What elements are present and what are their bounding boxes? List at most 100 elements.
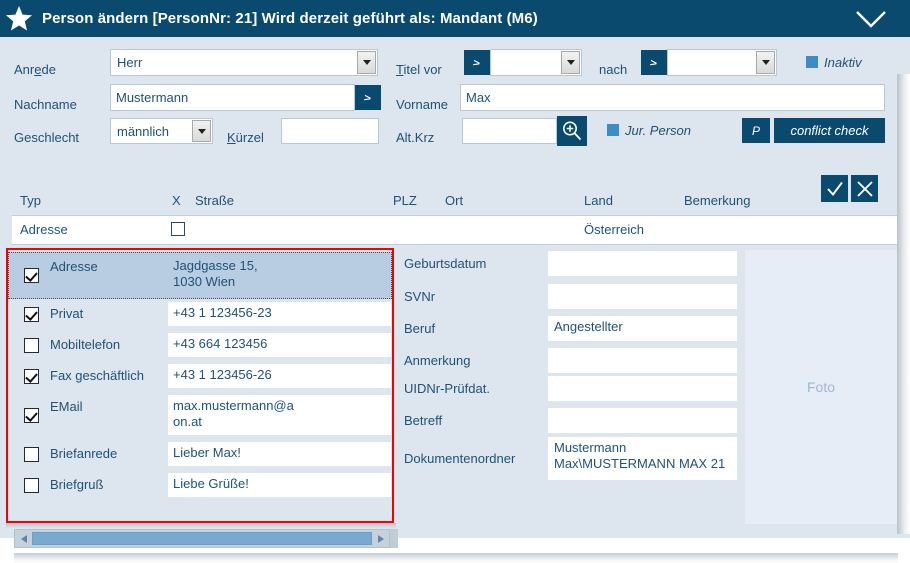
- header-typ: Typ: [20, 193, 41, 208]
- photo-placeholder[interactable]: Foto: [745, 250, 897, 524]
- titel-nach-picker-label: >: [649, 56, 659, 69]
- cancel-row-button[interactable]: [851, 175, 878, 202]
- contact-item-value-line: 1030 Wien: [173, 274, 236, 289]
- detail-field-value-line: Max\MUSTERMANN MAX 21: [554, 456, 726, 471]
- contact-list-item[interactable]: Fax geschäftlich +43 1 123456-26: [8, 361, 392, 392]
- contact-item-value[interactable]: Jagdgasse 15, 1030 Wien: [167, 254, 392, 296]
- contact-item-value-line: Liebe Grüße!: [173, 476, 249, 491]
- nachname-input[interactable]: Mustermann: [110, 84, 355, 111]
- contact-item-checkbox[interactable]: [24, 408, 39, 423]
- detail-field-label: Dokumentenordner: [404, 451, 516, 466]
- contact-item-value-line: Lieber Max!: [173, 445, 241, 460]
- contact-item-checkbox[interactable]: [24, 447, 39, 462]
- contact-item-type: Briefanrede: [50, 446, 118, 461]
- detail-field-input[interactable]: [547, 375, 738, 402]
- triangle-right-icon[interactable]: [372, 530, 389, 547]
- p-button[interactable]: P: [742, 118, 770, 143]
- detail-field-input[interactable]: [547, 407, 738, 434]
- horizontal-scrollbar[interactable]: [14, 529, 390, 548]
- geschlecht-select[interactable]: männlich: [110, 118, 213, 144]
- anrede-select[interactable]: Herr: [110, 49, 378, 76]
- window-titlebar: Person ändern [PersonNr: 21] Wird derzei…: [0, 0, 910, 37]
- contact-list-item[interactable]: Briefanrede Lieber Max!: [8, 439, 392, 470]
- contact-item-value[interactable]: +43 664 123456: [167, 332, 392, 358]
- contact-item-type: Briefgruß: [50, 477, 104, 492]
- contact-list-item[interactable]: EMail max.mustermann@a on.at: [8, 392, 392, 439]
- contact-item-value[interactable]: Liebe Grüße!: [167, 472, 392, 498]
- nach-label: nach: [599, 62, 628, 77]
- detail-field-input[interactable]: [547, 347, 738, 374]
- chevron-down-icon[interactable]: [561, 51, 580, 74]
- contact-item-checkbox[interactable]: [24, 307, 39, 322]
- titel-nach-select[interactable]: [667, 49, 777, 76]
- titel-vor-picker-button[interactable]: >: [464, 50, 490, 75]
- contact-item-checkbox[interactable]: [24, 338, 39, 353]
- contact-item-value[interactable]: max.mustermann@a on.at: [167, 394, 392, 436]
- contact-list-item[interactable]: Adresse Jagdgasse 15, 1030 Wien: [8, 252, 392, 299]
- contact-list-item[interactable]: Briefgruß Liebe Grüße!: [8, 470, 392, 501]
- contact-item-value-line: max.mustermann@a: [173, 398, 294, 413]
- panel-right-shadow: [897, 74, 910, 534]
- address-grid-header: Typ X Straße PLZ Ort Land Bemerkung: [0, 189, 910, 213]
- contact-item-value[interactable]: Lieber Max!: [167, 441, 392, 467]
- contact-list-item[interactable]: Privat +43 1 123456-23: [8, 299, 392, 330]
- detail-field-value-line: Angestellter: [554, 319, 623, 334]
- detail-field-input[interactable]: Mustermann Max\MUSTERMANN MAX 21: [547, 436, 738, 481]
- jur-person-label: Jur. Person: [625, 123, 691, 138]
- triangle-left-icon[interactable]: [15, 530, 32, 547]
- magnifier-plus-icon[interactable]: [557, 116, 587, 146]
- titel-vor-select[interactable]: [490, 49, 582, 76]
- header-ort: Ort: [445, 193, 464, 208]
- kuerzel-input[interactable]: [281, 118, 379, 144]
- vorname-input[interactable]: Max: [460, 84, 885, 111]
- contact-list-item[interactable]: Mobiltelefon +43 664 123456: [8, 330, 392, 361]
- contact-item-value-line: +43 1 123456-23: [173, 305, 272, 320]
- altkrz-input[interactable]: [462, 118, 557, 144]
- contact-item-value[interactable]: +43 1 123456-26: [167, 363, 392, 389]
- contact-item-checkbox[interactable]: [24, 369, 39, 384]
- address-grid-row[interactable]: Adresse Österreich: [12, 215, 897, 245]
- contact-item-type: Adresse: [50, 259, 98, 274]
- titel-vor-picker-label: >: [472, 56, 482, 69]
- contact-item-value-line: Jagdgasse 15,: [173, 258, 258, 273]
- contact-list[interactable]: Adresse Jagdgasse 15, 1030 Wien Privat +43 1…: [8, 250, 392, 521]
- contact-item-value-line: on.at: [173, 414, 202, 429]
- detail-field-input[interactable]: [547, 250, 738, 277]
- titel-nach-picker-button[interactable]: >: [641, 50, 667, 75]
- contact-item-type: Privat: [50, 306, 84, 321]
- conflict-check-button[interactable]: conflict check: [774, 118, 885, 143]
- inaktiv-checkbox[interactable]: [806, 56, 818, 68]
- jur-person-checkbox[interactable]: [607, 124, 619, 136]
- row-x-checkbox[interactable]: [171, 222, 185, 236]
- nachname-picker-button[interactable]: >: [355, 85, 381, 110]
- contact-item-type: Fax geschäftlich: [50, 368, 144, 383]
- scrollbar-thumb[interactable]: [32, 532, 372, 545]
- accept-row-button[interactable]: [821, 175, 848, 202]
- vorname-value: Max: [466, 90, 491, 105]
- vorname-label: Vorname: [396, 97, 449, 112]
- contact-item-checkbox[interactable]: [24, 478, 39, 493]
- detail-field-input[interactable]: [547, 283, 738, 310]
- detail-field-value-line: Mustermann: [554, 440, 627, 455]
- detail-field-label: Betreff: [404, 413, 443, 428]
- p-button-label: P: [751, 123, 760, 138]
- contact-item-checkbox[interactable]: [24, 268, 39, 283]
- nachname-label: Nachname: [14, 97, 77, 112]
- detail-field-input[interactable]: Angestellter: [547, 315, 738, 342]
- detail-field-label: Geburtsdatum: [404, 256, 487, 271]
- scrollbar-gutter: [390, 529, 398, 548]
- window-title: Person ändern [PersonNr: 21] Wird derzei…: [42, 10, 538, 27]
- chevron-down-icon[interactable]: [848, 4, 894, 34]
- chevron-down-icon[interactable]: [756, 51, 775, 74]
- chevron-down-icon[interactable]: [192, 120, 211, 142]
- chevron-down-icon[interactable]: [357, 51, 376, 74]
- contact-item-value[interactable]: +43 1 123456-23: [167, 301, 392, 327]
- list-bottom-shadow: [6, 523, 396, 528]
- header-land: Land: [584, 193, 613, 208]
- titel-vor-label: Titel vor: [396, 62, 442, 77]
- geschlecht-label: Geschlecht: [14, 130, 80, 145]
- row-land: Österreich: [584, 222, 644, 237]
- detail-field-label: Anmerkung: [404, 353, 471, 368]
- contact-item-type: Mobiltelefon: [50, 337, 121, 352]
- header-plz: PLZ: [393, 193, 417, 208]
